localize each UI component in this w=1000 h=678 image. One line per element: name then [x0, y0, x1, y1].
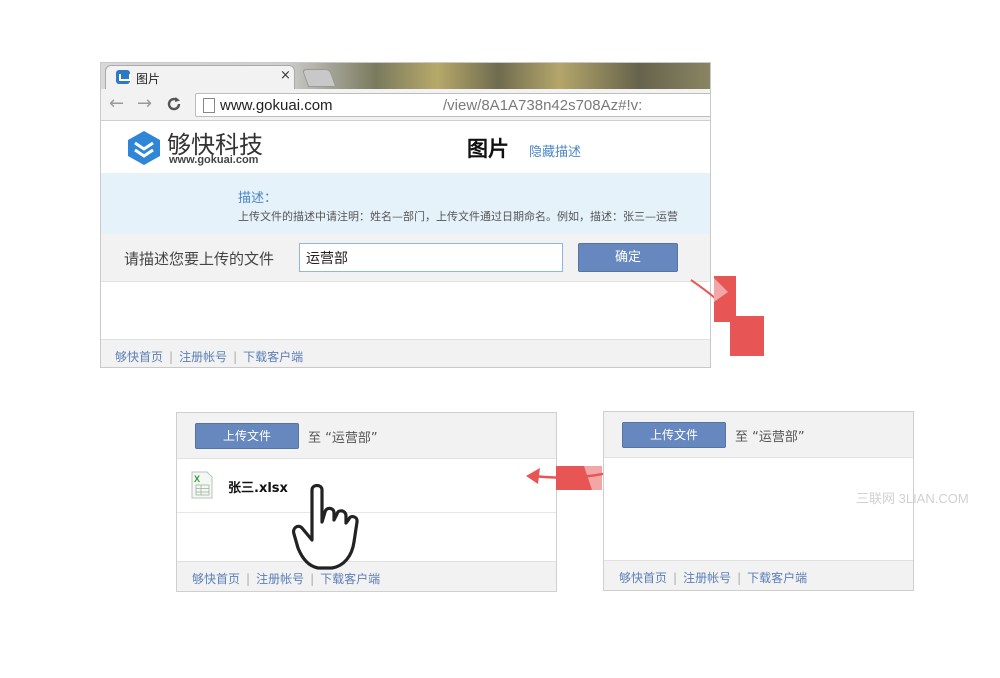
gokuai-favicon-icon: [116, 70, 130, 84]
excel-icon-letter: X: [194, 474, 200, 484]
page-footer: 够快首页 | 注册帐号 | 下载客户端: [101, 339, 710, 367]
browser-tab[interactable]: 图片 ×: [105, 65, 295, 89]
description-input[interactable]: [299, 243, 563, 272]
footer-separator: |: [737, 571, 742, 585]
describe-form: 请描述您要上传的文件 确定: [101, 234, 710, 282]
address-bar[interactable]: www.gokuai.com /view/8A1A738n42s708Az#!v…: [195, 93, 710, 117]
upload-panel-header: 上传文件 至 “运营部”: [177, 413, 556, 459]
footer-link-home[interactable]: 够快首页: [619, 571, 667, 585]
close-tab-icon[interactable]: ×: [280, 68, 291, 83]
site-header: 够快科技 www.gokuai.com 图片 隐藏描述: [101, 121, 710, 173]
red-curve-arrow-icon: [690, 276, 764, 356]
footer-separator: |: [169, 350, 174, 364]
brand-domain: www.gokuai.com: [169, 154, 259, 166]
url-path: /view/8A1A738n42s708Az#!v:: [443, 97, 643, 114]
description-text: 上传文件的描述中请注明：姓名—部门，上传文件通过日期命名。例如，描述：张三—运营: [238, 210, 678, 223]
footer-link-download[interactable]: 下载客户端: [320, 572, 380, 586]
panel-footer: 够快首页 | 注册帐号 | 下载客户端: [604, 560, 913, 590]
footer-link-download[interactable]: 下载客户端: [243, 350, 303, 364]
tab-title: 图片: [136, 72, 161, 86]
describe-file-label: 请描述您要上传的文件: [124, 250, 275, 268]
confirm-button[interactable]: 确定: [578, 243, 678, 272]
footer-separator: |: [310, 572, 315, 586]
footer-separator: |: [673, 571, 678, 585]
new-tab-button[interactable]: [301, 69, 337, 87]
excel-file-icon: X: [191, 471, 213, 499]
footer-link-register[interactable]: 注册帐号: [256, 572, 304, 586]
forward-arrow-icon[interactable]: →: [137, 93, 152, 114]
file-name[interactable]: 张三.xlsx: [228, 477, 288, 496]
footer-separator: |: [233, 350, 238, 364]
upload-target-text: 至 “运营部”: [308, 431, 378, 446]
page-icon: [203, 98, 215, 113]
footer-link-register[interactable]: 注册帐号: [179, 350, 227, 364]
watermark: 三联网 3LIAN.COM: [856, 491, 969, 506]
page-title: 图片: [467, 137, 509, 161]
gokuai-logo-icon: [128, 131, 160, 165]
tab-strip: 图片 ×: [101, 63, 710, 89]
description-label: 描述：: [238, 191, 278, 206]
footer-separator: |: [246, 572, 251, 586]
reload-icon[interactable]: [165, 93, 183, 118]
hand-pointer-icon: [292, 483, 359, 570]
hide-description-link[interactable]: 隐藏描述: [529, 141, 581, 160]
back-arrow-icon[interactable]: ←: [109, 93, 124, 114]
upload-file-button[interactable]: 上传文件: [195, 423, 299, 449]
footer-link-home[interactable]: 够快首页: [192, 572, 240, 586]
browser-window: 图片 × ← → www.gokuai.com /view/8A1A738n42…: [100, 62, 711, 368]
footer-link-home[interactable]: 够快首页: [115, 350, 163, 364]
url-host: www.gokuai.com: [220, 97, 333, 114]
footer-link-register[interactable]: 注册帐号: [683, 571, 731, 585]
upload-target-text: 至 “运营部”: [735, 430, 805, 445]
upload-file-button[interactable]: 上传文件: [622, 422, 726, 448]
upload-panel-header: 上传文件 至 “运营部”: [604, 412, 913, 458]
footer-link-download[interactable]: 下载客户端: [747, 571, 807, 585]
browser-toolbar: ← → www.gokuai.com /view/8A1A738n42s708A…: [101, 89, 710, 121]
description-box: 描述： 上传文件的描述中请注明：姓名—部门，上传文件通过日期命名。例如，描述：张…: [101, 173, 710, 234]
